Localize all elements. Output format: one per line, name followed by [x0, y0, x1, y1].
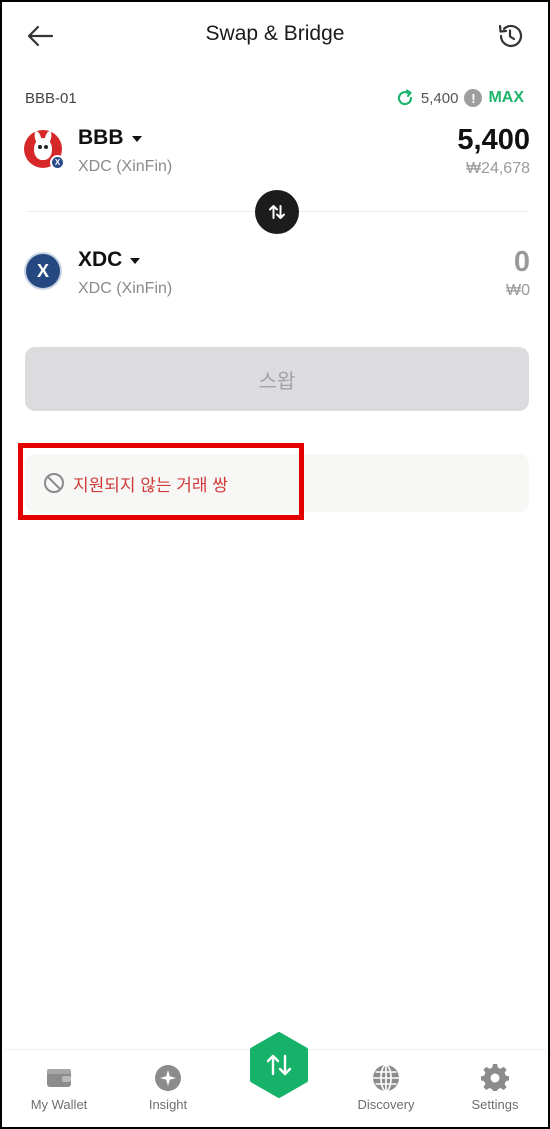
to-token-chain: XDC (XinFin) — [78, 280, 173, 297]
app-screen: Swap & Bridge BBB-01 5,400 ! MAX X BBB X… — [0, 0, 550, 1129]
header: Swap & Bridge — [2, 2, 548, 70]
max-button[interactable]: MAX — [488, 89, 524, 107]
from-token-symbol: BBB — [78, 126, 124, 149]
nav-label: My Wallet — [30, 1097, 88, 1112]
to-token-row: X XDC XDC (XinFin) 0 ₩0 — [24, 246, 530, 310]
info-icon[interactable]: ! — [464, 89, 483, 107]
globe-icon — [373, 1064, 399, 1092]
to-token-selector[interactable]: XDC — [78, 248, 141, 272]
to-fiat-value: ₩0 — [506, 282, 530, 299]
nav-label: Discovery — [357, 1097, 415, 1112]
from-account-label: BBB-01 — [25, 90, 77, 107]
nav-insight[interactable]: Insight — [118, 1064, 218, 1112]
from-token-row: X BBB XDC (XinFin) 5,400 ₩24,678 — [24, 124, 530, 188]
page-title: Swap & Bridge — [205, 22, 345, 45]
highlight-annotation-box — [18, 443, 304, 520]
from-token-selector[interactable]: BBB — [78, 126, 142, 150]
gear-icon — [481, 1064, 509, 1091]
nav-discovery[interactable]: Discovery — [336, 1064, 436, 1112]
swap-button[interactable]: 스왑 — [25, 347, 529, 411]
from-token-chain: XDC (XinFin) — [78, 158, 173, 175]
xdc-chain-badge-icon: X — [50, 155, 65, 170]
nav-label: Insight — [148, 1097, 188, 1112]
nav-my-wallet[interactable]: My Wallet — [9, 1064, 109, 1112]
caret-down-icon — [131, 136, 142, 142]
to-amount: 0 — [513, 246, 530, 278]
xdc-token-logo: X — [24, 252, 62, 290]
from-fiat-value: ₩24,678 — [465, 160, 530, 177]
caret-down-icon — [130, 258, 141, 264]
to-token-symbol: XDC — [78, 248, 123, 271]
swap-center-button[interactable] — [248, 1032, 310, 1098]
insight-icon — [155, 1065, 181, 1091]
wallet-icon — [47, 1069, 71, 1087]
nav-settings[interactable]: Settings — [445, 1064, 545, 1112]
bottom-navigation: My Wallet Insight Discovery Settings — [4, 1032, 546, 1125]
refresh-icon[interactable] — [395, 88, 415, 108]
swap-arrows-icon — [269, 205, 285, 219]
nav-label: Settings — [471, 1097, 519, 1112]
history-button[interactable] — [496, 22, 524, 50]
history-icon — [498, 24, 523, 48]
balance-value: 5,400 — [420, 89, 459, 107]
swap-direction-button[interactable] — [255, 190, 299, 234]
swap-icon — [250, 1032, 308, 1098]
balance-row: 5,400 ! MAX — [395, 88, 524, 108]
from-amount[interactable]: 5,400 — [457, 124, 530, 157]
